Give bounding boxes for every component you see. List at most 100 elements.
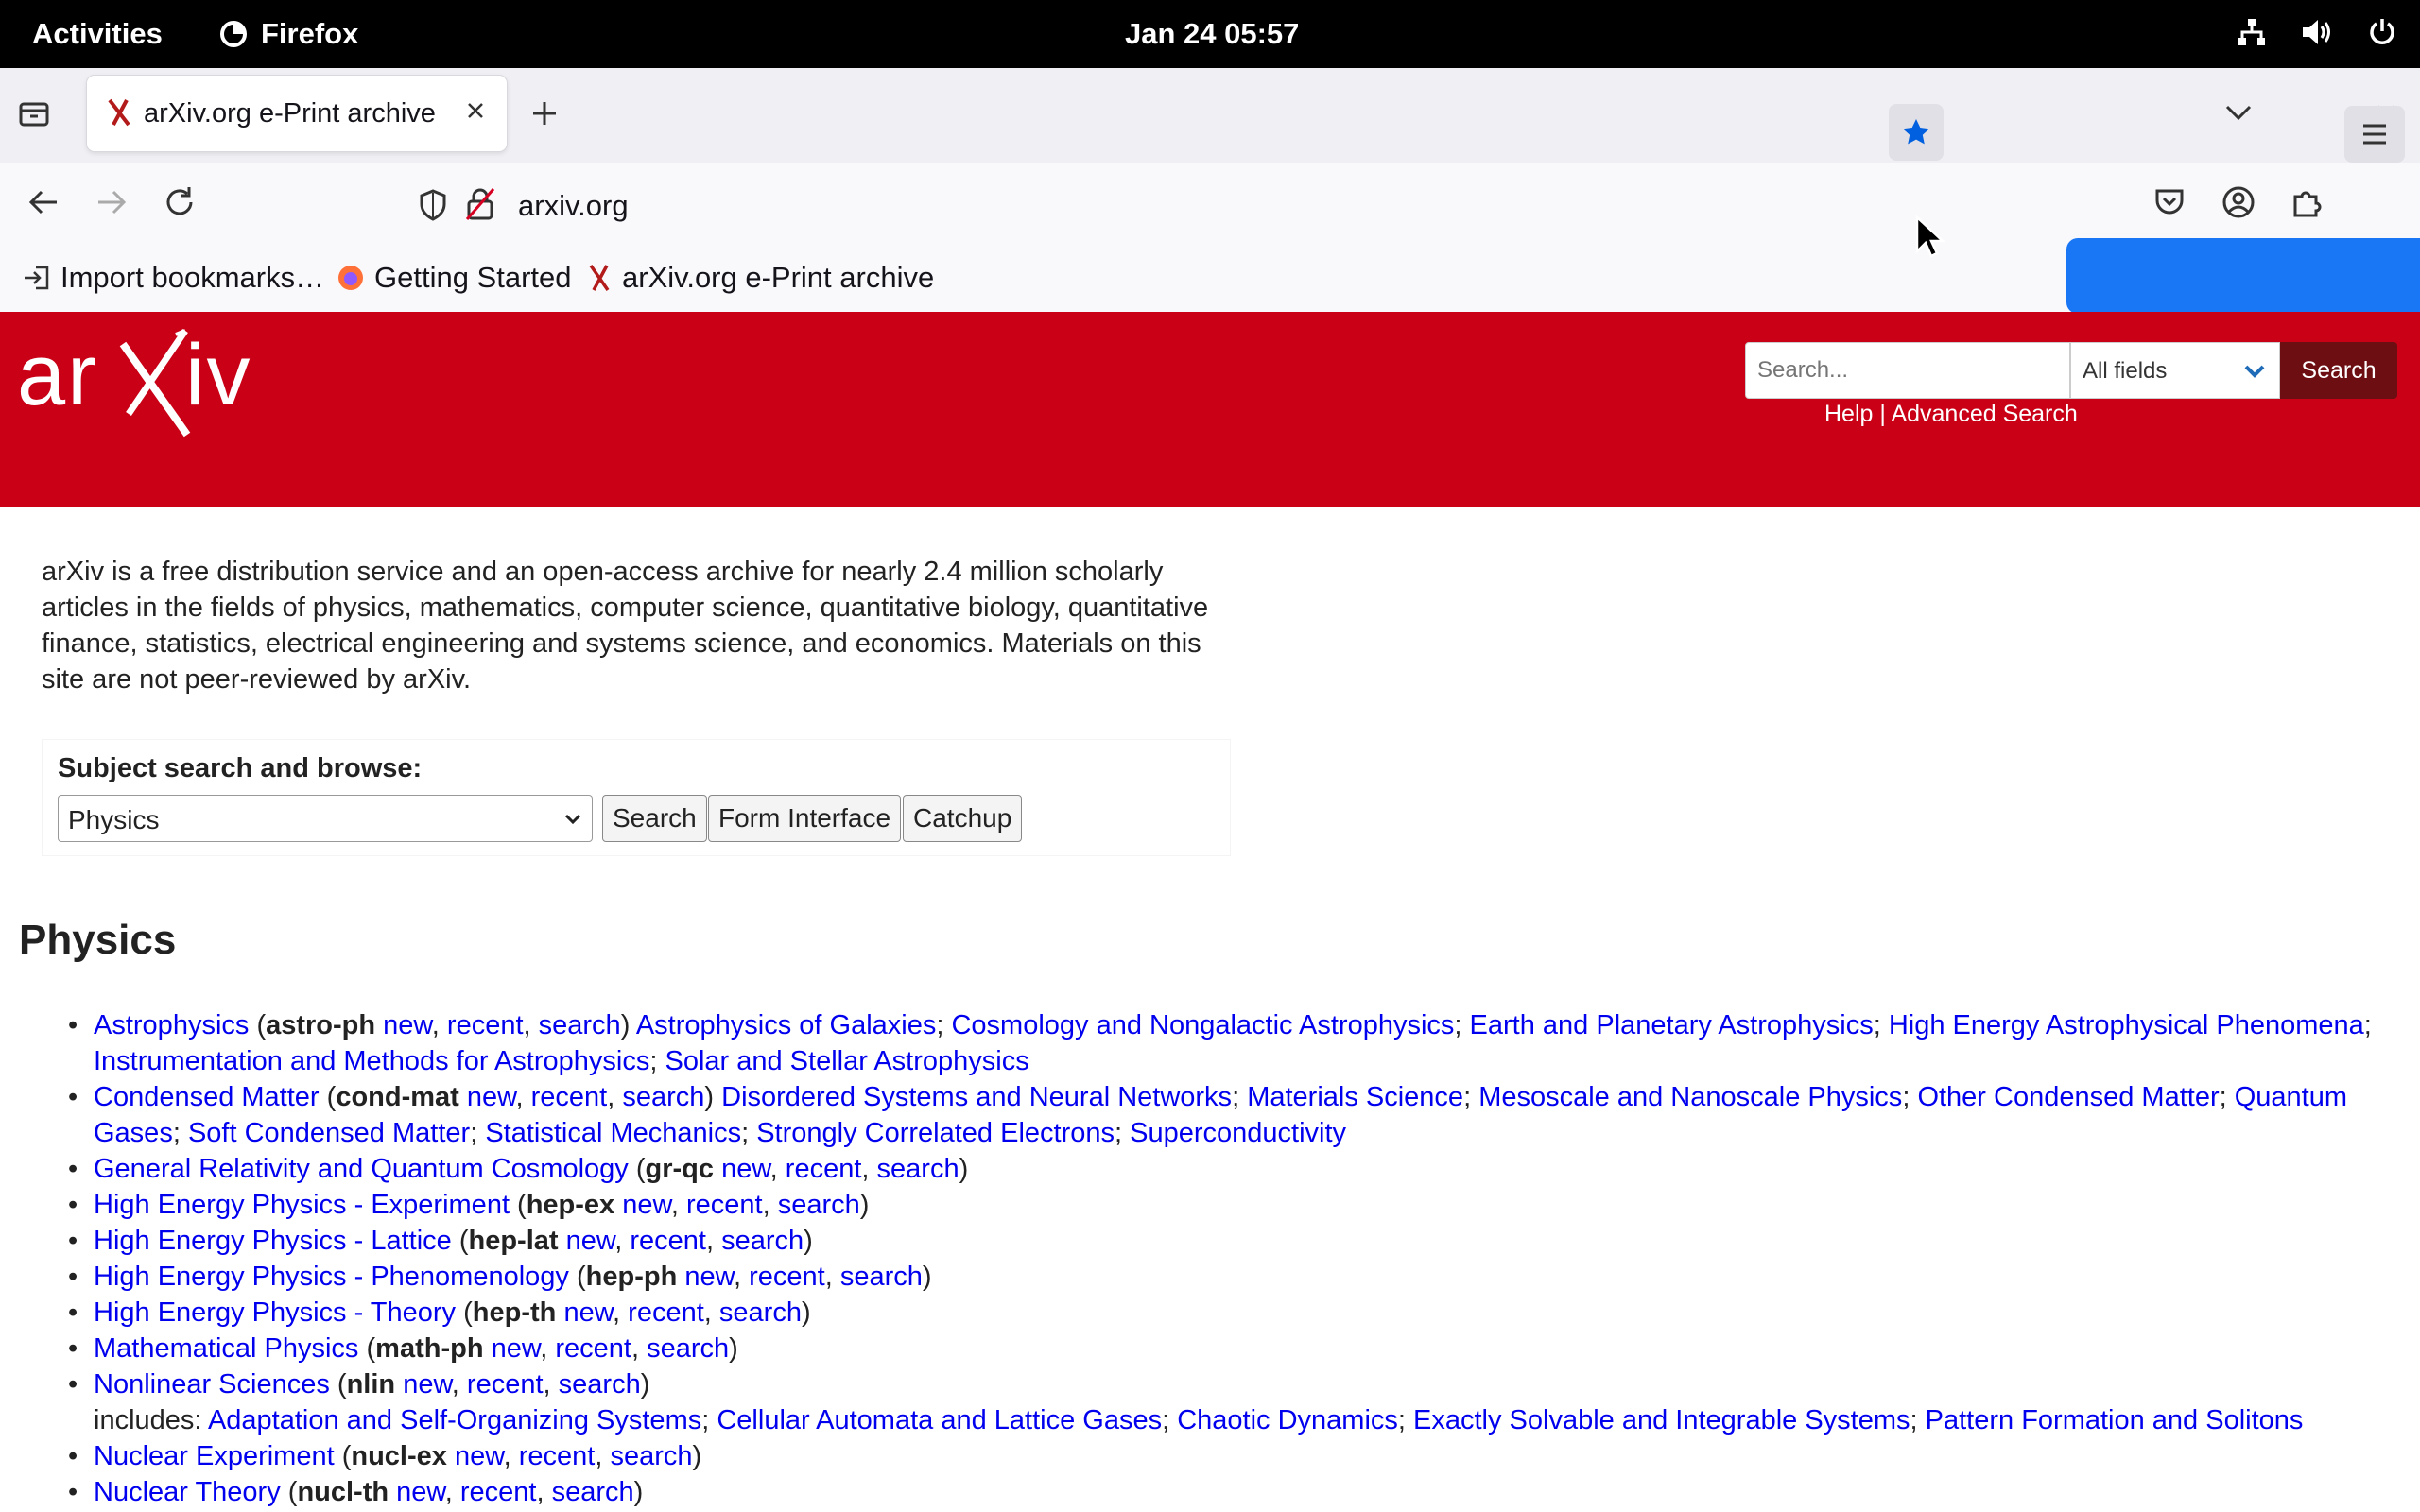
arxiv-logo[interactable]: ar iv: [17, 321, 282, 444]
shield-icon[interactable]: [418, 189, 448, 221]
browse-search-button[interactable]: Search: [602, 795, 707, 842]
help-link[interactable]: Help: [1824, 401, 1873, 427]
category-search-link[interactable]: search: [539, 1010, 621, 1040]
new-tab-button[interactable]: [529, 98, 560, 133]
subcategory-link[interactable]: Adaptation and Self-Organizing Systems: [208, 1405, 701, 1435]
category-link[interactable]: General Relativity and Quantum Cosmology: [94, 1154, 629, 1184]
subcategory-link[interactable]: Exactly Solvable and Integrable Systems: [1413, 1405, 1910, 1435]
subcategory-link[interactable]: High Energy Astrophysical Phenomena: [1889, 1010, 2364, 1040]
category-search-link[interactable]: search: [840, 1262, 923, 1292]
category-new-link[interactable]: new: [563, 1297, 613, 1328]
category-search-link[interactable]: search: [610, 1441, 692, 1471]
subcategory-link[interactable]: Cellular Automata and Lattice Gases: [717, 1405, 1162, 1435]
link-separator: |: [1873, 401, 1892, 427]
category-recent-link[interactable]: recent: [686, 1190, 763, 1220]
search-field-select[interactable]: All fields: [2070, 342, 2280, 399]
subcategory-link[interactable]: Statistical Mechanics: [485, 1118, 741, 1148]
arxiv-favicon-icon: [589, 265, 610, 291]
category-link[interactable]: Nonlinear Sciences: [94, 1369, 330, 1400]
search-input[interactable]: [1746, 343, 2069, 398]
category-recent-link[interactable]: recent: [630, 1226, 706, 1256]
category-link[interactable]: Mathematical Physics: [94, 1333, 358, 1364]
category-search-link[interactable]: search: [778, 1190, 860, 1220]
category-recent-link[interactable]: recent: [531, 1082, 608, 1112]
category-recent-link[interactable]: recent: [786, 1154, 862, 1184]
category-new-link[interactable]: new: [403, 1369, 452, 1400]
category-search-link[interactable]: search: [721, 1226, 804, 1256]
back-button[interactable]: [26, 185, 60, 224]
category-recent-link[interactable]: recent: [447, 1010, 524, 1040]
category-recent-link[interactable]: recent: [519, 1441, 596, 1471]
category-new-link[interactable]: new: [492, 1333, 541, 1364]
subcategory-link[interactable]: Cosmology and Nongalactic Astrophysics: [951, 1010, 1454, 1040]
forward-button[interactable]: [95, 185, 129, 224]
bookmark-import[interactable]: Import bookmarks…: [23, 261, 324, 295]
extensions-button[interactable]: [2290, 185, 2324, 224]
app-menu-button[interactable]: [2344, 106, 2405, 163]
category-search-link[interactable]: search: [647, 1333, 729, 1364]
subcategory-link[interactable]: Disordered Systems and Neural Networks: [721, 1082, 1232, 1112]
category-new-link[interactable]: new: [622, 1190, 671, 1220]
list-all-tabs-button[interactable]: [2223, 102, 2254, 128]
category-search-link[interactable]: search: [719, 1297, 802, 1328]
category-recent-link[interactable]: recent: [555, 1333, 631, 1364]
category-search-link[interactable]: search: [552, 1477, 634, 1507]
category-new-link[interactable]: new: [684, 1262, 734, 1292]
close-tab-icon[interactable]: [461, 96, 490, 125]
bookmark-arxiv[interactable]: arXiv.org e-Print archive: [588, 261, 934, 295]
catchup-button[interactable]: Catchup: [903, 795, 1023, 842]
category-link[interactable]: Astrophysics: [94, 1010, 249, 1040]
category-recent-link[interactable]: recent: [628, 1297, 704, 1328]
insecure-lock-icon[interactable]: [465, 187, 495, 221]
category-new-link[interactable]: new: [396, 1477, 445, 1507]
category-recent-link[interactable]: recent: [460, 1477, 537, 1507]
category-link[interactable]: Nuclear Theory: [94, 1477, 281, 1507]
activities-button[interactable]: Activities: [32, 17, 163, 51]
category-link[interactable]: Condensed Matter: [94, 1082, 320, 1112]
category-link[interactable]: High Energy Physics - Experiment: [94, 1190, 510, 1220]
category-new-link[interactable]: new: [455, 1441, 504, 1471]
subcategory-link[interactable]: Materials Science: [1247, 1082, 1463, 1112]
category-new-link[interactable]: new: [383, 1010, 432, 1040]
category-search-link[interactable]: search: [877, 1154, 959, 1184]
system-tray[interactable]: [2237, 17, 2397, 47]
subcategory-link[interactable]: Other Condensed Matter: [1917, 1082, 2219, 1112]
category-search-link[interactable]: search: [622, 1082, 704, 1112]
subcategory-link[interactable]: Instrumentation and Methods for Astrophy…: [94, 1046, 649, 1076]
category-link[interactable]: High Energy Physics - Theory: [94, 1297, 456, 1328]
subcategory-link[interactable]: Solar and Stellar Astrophysics: [665, 1046, 1028, 1076]
subcategory-link[interactable]: Strongly Correlated Electrons: [756, 1118, 1115, 1148]
subcategory-link[interactable]: Pattern Formation and Solitons: [1926, 1405, 2304, 1435]
bookmark-getting-started[interactable]: Getting Started: [337, 261, 572, 295]
category-recent-link[interactable]: recent: [467, 1369, 544, 1400]
form-interface-button[interactable]: Form Interface: [708, 795, 902, 842]
subcategory-link[interactable]: Astrophysics of Galaxies: [636, 1010, 937, 1040]
bookmark-star-button[interactable]: [1889, 104, 1944, 161]
subcategory-link[interactable]: Mesoscale and Nanoscale Physics: [1478, 1082, 1902, 1112]
tab-list-button[interactable]: [17, 96, 51, 135]
category-link[interactable]: Nuclear Experiment: [94, 1441, 335, 1471]
category-new-link[interactable]: new: [566, 1226, 615, 1256]
subject-select[interactable]: Physics: [58, 795, 593, 842]
search-box[interactable]: [1745, 342, 2070, 399]
category-link[interactable]: High Energy Physics - Phenomenology: [94, 1262, 569, 1292]
pocket-button[interactable]: [2153, 185, 2186, 222]
advanced-search-link[interactable]: Advanced Search: [1891, 401, 2077, 427]
app-menu[interactable]: Firefox: [219, 17, 358, 51]
category-link[interactable]: High Energy Physics - Lattice: [94, 1226, 452, 1256]
url-bar[interactable]: arxiv.org: [406, 176, 1957, 232]
subcategory-link[interactable]: Chaotic Dynamics: [1177, 1405, 1398, 1435]
category-search-link[interactable]: search: [559, 1369, 641, 1400]
account-button[interactable]: [2221, 185, 2256, 224]
subcategory-link[interactable]: Superconductivity: [1130, 1118, 1346, 1148]
subcategory-link[interactable]: Soft Condensed Matter: [188, 1118, 470, 1148]
tab-arxiv[interactable]: arXiv.org e-Print archive: [87, 76, 507, 151]
subcategory-link[interactable]: Earth and Planetary Astrophysics: [1470, 1010, 1874, 1040]
reload-button[interactable]: [163, 185, 197, 224]
header-search-button[interactable]: Search: [2280, 342, 2397, 399]
category-recent-link[interactable]: recent: [749, 1262, 825, 1292]
clock[interactable]: Jan 24 05:57: [1125, 17, 1299, 51]
category-new-link[interactable]: new: [467, 1082, 516, 1112]
bookmark-panel-popup[interactable]: [2066, 238, 2420, 314]
category-new-link[interactable]: new: [721, 1154, 770, 1184]
